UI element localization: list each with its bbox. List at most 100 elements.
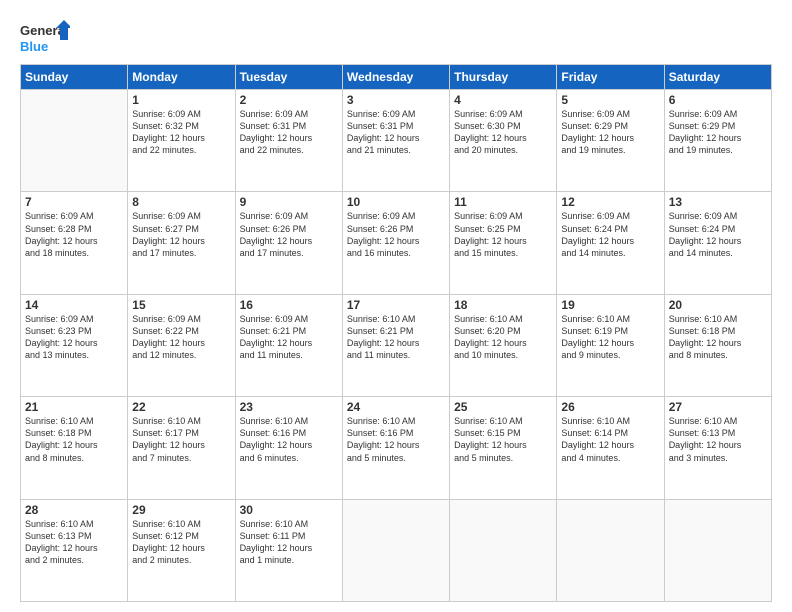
day-info: Sunrise: 6:09 AM Sunset: 6:24 PM Dayligh… (561, 210, 659, 259)
day-number: 30 (240, 503, 338, 517)
day-info: Sunrise: 6:09 AM Sunset: 6:31 PM Dayligh… (347, 108, 445, 157)
day-info: Sunrise: 6:09 AM Sunset: 6:24 PM Dayligh… (669, 210, 767, 259)
calendar-cell: 8Sunrise: 6:09 AM Sunset: 6:27 PM Daylig… (128, 192, 235, 294)
day-info: Sunrise: 6:10 AM Sunset: 6:21 PM Dayligh… (347, 313, 445, 362)
day-number: 22 (132, 400, 230, 414)
day-info: Sunrise: 6:09 AM Sunset: 6:29 PM Dayligh… (669, 108, 767, 157)
header: General Blue (20, 18, 772, 56)
header-wednesday: Wednesday (342, 65, 449, 90)
week-row-2: 7Sunrise: 6:09 AM Sunset: 6:28 PM Daylig… (21, 192, 772, 294)
day-number: 8 (132, 195, 230, 209)
day-number: 20 (669, 298, 767, 312)
day-number: 5 (561, 93, 659, 107)
day-number: 1 (132, 93, 230, 107)
day-info: Sunrise: 6:09 AM Sunset: 6:25 PM Dayligh… (454, 210, 552, 259)
day-info: Sunrise: 6:10 AM Sunset: 6:13 PM Dayligh… (669, 415, 767, 464)
calendar-cell: 27Sunrise: 6:10 AM Sunset: 6:13 PM Dayli… (664, 397, 771, 499)
calendar-header-row: SundayMondayTuesdayWednesdayThursdayFrid… (21, 65, 772, 90)
day-number: 7 (25, 195, 123, 209)
calendar-cell: 7Sunrise: 6:09 AM Sunset: 6:28 PM Daylig… (21, 192, 128, 294)
day-number: 25 (454, 400, 552, 414)
week-row-3: 14Sunrise: 6:09 AM Sunset: 6:23 PM Dayli… (21, 294, 772, 396)
calendar-cell: 16Sunrise: 6:09 AM Sunset: 6:21 PM Dayli… (235, 294, 342, 396)
day-info: Sunrise: 6:09 AM Sunset: 6:31 PM Dayligh… (240, 108, 338, 157)
day-number: 27 (669, 400, 767, 414)
logo: General Blue (20, 18, 70, 56)
day-info: Sunrise: 6:10 AM Sunset: 6:11 PM Dayligh… (240, 518, 338, 567)
day-info: Sunrise: 6:10 AM Sunset: 6:13 PM Dayligh… (25, 518, 123, 567)
day-info: Sunrise: 6:10 AM Sunset: 6:18 PM Dayligh… (25, 415, 123, 464)
calendar-cell: 20Sunrise: 6:10 AM Sunset: 6:18 PM Dayli… (664, 294, 771, 396)
calendar-cell: 1Sunrise: 6:09 AM Sunset: 6:32 PM Daylig… (128, 90, 235, 192)
calendar-cell: 25Sunrise: 6:10 AM Sunset: 6:15 PM Dayli… (450, 397, 557, 499)
day-info: Sunrise: 6:10 AM Sunset: 6:17 PM Dayligh… (132, 415, 230, 464)
calendar-cell: 17Sunrise: 6:10 AM Sunset: 6:21 PM Dayli… (342, 294, 449, 396)
calendar-cell: 3Sunrise: 6:09 AM Sunset: 6:31 PM Daylig… (342, 90, 449, 192)
calendar-cell: 5Sunrise: 6:09 AM Sunset: 6:29 PM Daylig… (557, 90, 664, 192)
header-tuesday: Tuesday (235, 65, 342, 90)
calendar-cell: 24Sunrise: 6:10 AM Sunset: 6:16 PM Dayli… (342, 397, 449, 499)
calendar-cell: 23Sunrise: 6:10 AM Sunset: 6:16 PM Dayli… (235, 397, 342, 499)
week-row-5: 28Sunrise: 6:10 AM Sunset: 6:13 PM Dayli… (21, 499, 772, 601)
calendar-cell: 4Sunrise: 6:09 AM Sunset: 6:30 PM Daylig… (450, 90, 557, 192)
calendar-table: SundayMondayTuesdayWednesdayThursdayFrid… (20, 64, 772, 602)
day-info: Sunrise: 6:10 AM Sunset: 6:14 PM Dayligh… (561, 415, 659, 464)
day-number: 6 (669, 93, 767, 107)
day-info: Sunrise: 6:10 AM Sunset: 6:16 PM Dayligh… (347, 415, 445, 464)
day-number: 12 (561, 195, 659, 209)
calendar-cell (450, 499, 557, 601)
header-sunday: Sunday (21, 65, 128, 90)
calendar-cell: 6Sunrise: 6:09 AM Sunset: 6:29 PM Daylig… (664, 90, 771, 192)
calendar-cell: 19Sunrise: 6:10 AM Sunset: 6:19 PM Dayli… (557, 294, 664, 396)
day-number: 3 (347, 93, 445, 107)
day-number: 11 (454, 195, 552, 209)
day-number: 4 (454, 93, 552, 107)
calendar-cell: 12Sunrise: 6:09 AM Sunset: 6:24 PM Dayli… (557, 192, 664, 294)
calendar-cell: 28Sunrise: 6:10 AM Sunset: 6:13 PM Dayli… (21, 499, 128, 601)
week-row-4: 21Sunrise: 6:10 AM Sunset: 6:18 PM Dayli… (21, 397, 772, 499)
day-info: Sunrise: 6:10 AM Sunset: 6:18 PM Dayligh… (669, 313, 767, 362)
calendar-cell: 14Sunrise: 6:09 AM Sunset: 6:23 PM Dayli… (21, 294, 128, 396)
day-number: 21 (25, 400, 123, 414)
day-info: Sunrise: 6:09 AM Sunset: 6:26 PM Dayligh… (347, 210, 445, 259)
calendar-cell: 9Sunrise: 6:09 AM Sunset: 6:26 PM Daylig… (235, 192, 342, 294)
day-number: 28 (25, 503, 123, 517)
day-number: 13 (669, 195, 767, 209)
day-info: Sunrise: 6:09 AM Sunset: 6:26 PM Dayligh… (240, 210, 338, 259)
header-friday: Friday (557, 65, 664, 90)
day-info: Sunrise: 6:09 AM Sunset: 6:29 PM Dayligh… (561, 108, 659, 157)
day-number: 17 (347, 298, 445, 312)
day-number: 26 (561, 400, 659, 414)
calendar-cell (664, 499, 771, 601)
calendar-cell (557, 499, 664, 601)
header-monday: Monday (128, 65, 235, 90)
calendar-cell: 10Sunrise: 6:09 AM Sunset: 6:26 PM Dayli… (342, 192, 449, 294)
page: General Blue SundayMondayTuesdayWednesda… (0, 0, 792, 612)
calendar-cell: 11Sunrise: 6:09 AM Sunset: 6:25 PM Dayli… (450, 192, 557, 294)
calendar-cell: 15Sunrise: 6:09 AM Sunset: 6:22 PM Dayli… (128, 294, 235, 396)
calendar-cell: 13Sunrise: 6:09 AM Sunset: 6:24 PM Dayli… (664, 192, 771, 294)
logo-svg: General Blue (20, 18, 70, 56)
calendar-cell: 26Sunrise: 6:10 AM Sunset: 6:14 PM Dayli… (557, 397, 664, 499)
day-info: Sunrise: 6:09 AM Sunset: 6:23 PM Dayligh… (25, 313, 123, 362)
day-number: 9 (240, 195, 338, 209)
day-info: Sunrise: 6:10 AM Sunset: 6:20 PM Dayligh… (454, 313, 552, 362)
day-info: Sunrise: 6:10 AM Sunset: 6:15 PM Dayligh… (454, 415, 552, 464)
day-number: 15 (132, 298, 230, 312)
calendar-cell: 2Sunrise: 6:09 AM Sunset: 6:31 PM Daylig… (235, 90, 342, 192)
day-number: 19 (561, 298, 659, 312)
header-saturday: Saturday (664, 65, 771, 90)
day-info: Sunrise: 6:09 AM Sunset: 6:30 PM Dayligh… (454, 108, 552, 157)
calendar-cell (21, 90, 128, 192)
calendar-cell: 22Sunrise: 6:10 AM Sunset: 6:17 PM Dayli… (128, 397, 235, 499)
day-number: 23 (240, 400, 338, 414)
calendar-cell (342, 499, 449, 601)
day-number: 29 (132, 503, 230, 517)
day-number: 2 (240, 93, 338, 107)
day-number: 14 (25, 298, 123, 312)
calendar-cell: 21Sunrise: 6:10 AM Sunset: 6:18 PM Dayli… (21, 397, 128, 499)
calendar-cell: 29Sunrise: 6:10 AM Sunset: 6:12 PM Dayli… (128, 499, 235, 601)
day-info: Sunrise: 6:09 AM Sunset: 6:28 PM Dayligh… (25, 210, 123, 259)
week-row-1: 1Sunrise: 6:09 AM Sunset: 6:32 PM Daylig… (21, 90, 772, 192)
day-info: Sunrise: 6:09 AM Sunset: 6:27 PM Dayligh… (132, 210, 230, 259)
